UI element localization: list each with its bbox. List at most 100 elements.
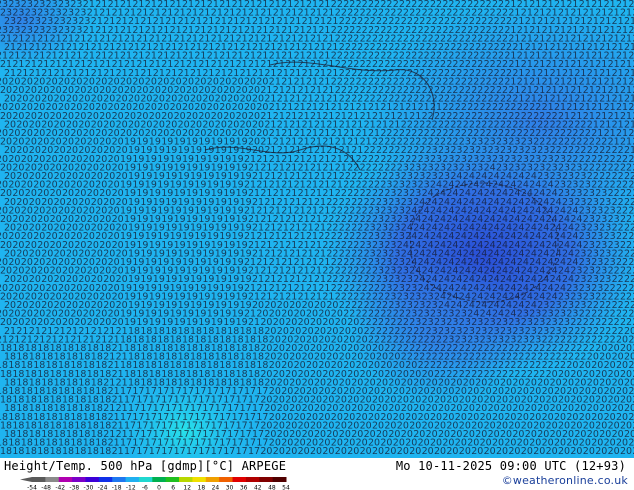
contour-value-label: 20: [422, 446, 434, 457]
contour-value-label: 17: [236, 446, 248, 457]
contour-value-label: 20: [360, 446, 372, 457]
contour-value-label: 18: [99, 446, 111, 457]
legend-color-swatch: [205, 477, 220, 482]
legend-color-swatch: [232, 477, 247, 482]
map-footer: Height/Temp. 500 hPa [gdmp][°C] ARPEGE M…: [0, 458, 634, 490]
contour-value-label: 18: [0, 446, 12, 457]
legend-tick-label: -54: [27, 485, 37, 490]
contour-value-label: 17: [211, 446, 223, 457]
contour-value-label: 18: [50, 446, 62, 457]
temperature-color-legend: -54 -48 -42 -38 -30 -24 -18 -12 -6 0 6 12 18 24 30 36 42…: [20, 477, 296, 490]
contour-value-label: 17: [136, 446, 148, 457]
contour-value-label: 20: [310, 446, 322, 457]
contour-value-label: 20: [397, 446, 409, 457]
contour-value-label: 18: [62, 446, 74, 457]
legend-tick-label: -6: [142, 485, 148, 490]
contour-value-label: 20: [608, 446, 620, 457]
legend-color-swatch: [245, 477, 260, 482]
contour-value-label: 20: [508, 446, 520, 457]
contour-value-label: 18: [74, 446, 86, 457]
contour-value-label: 20: [273, 446, 285, 457]
legend-tick-label: 18: [198, 485, 206, 490]
legend-color-swatch: [45, 477, 60, 482]
legend-tick-label: -24: [98, 485, 108, 490]
contour-value-label: 20: [570, 446, 582, 457]
legend-color-swatch: [32, 477, 46, 482]
legend-tick-label: -30: [84, 485, 94, 490]
legend-tick-label: -38: [69, 485, 79, 490]
contour-value-label: 20: [521, 446, 533, 457]
contour-value-label: 20: [471, 446, 483, 457]
legend-color-swatch: [58, 477, 73, 482]
contour-value-label: 20: [496, 446, 508, 457]
legend-tick-label: 30: [226, 485, 234, 490]
contour-value-label: 18: [25, 446, 37, 457]
contour-value-label: 20: [620, 446, 632, 457]
contour-value-label: 20: [484, 446, 496, 457]
legend-tick-label: 42: [254, 485, 262, 490]
contour-value-label: 20: [595, 446, 607, 457]
legend-color-swatch: [259, 477, 274, 482]
source-credit[interactable]: ©weatheronline.co.uk: [502, 474, 628, 487]
legend-color-swatch: [179, 477, 193, 482]
contour-value-label: 20: [533, 446, 545, 457]
legend-tick-label: 54: [282, 485, 290, 490]
legend-color-swatch: [272, 477, 287, 482]
contour-value-label: 18: [12, 446, 24, 457]
legend-color-swatch: [85, 477, 100, 482]
legend-color-swatch: [72, 477, 86, 482]
legend-color-swatch: [219, 477, 234, 482]
legend-color-swatch: [138, 477, 153, 482]
contour-value-label: 20: [434, 446, 446, 457]
contour-value-label: 17: [161, 446, 173, 457]
legend-tick-label: 0: [157, 485, 161, 490]
map-canvas: 2323232323232321212121212121212121212121…: [0, 0, 634, 458]
contour-value-label: 20: [446, 446, 458, 457]
legend-color-swatch: [192, 477, 207, 482]
contour-value-label: 17: [174, 446, 186, 457]
contour-value-label: 20: [372, 446, 384, 457]
contour-label-layer: 2323232323232321212121212121212121212121…: [0, 0, 634, 457]
contour-value-label: 17: [198, 446, 210, 457]
legend-color-swatch: [112, 477, 127, 482]
legend-arrow-left: [20, 477, 32, 482]
contour-value-label: 17: [149, 446, 161, 457]
legend-color-swatch: [165, 477, 180, 482]
legend-tick-label: 24: [212, 485, 220, 490]
legend-tick-label: 12: [183, 485, 191, 490]
legend-tick-label: 6: [171, 485, 175, 490]
contour-value-label: 20: [459, 446, 471, 457]
temperature-field-map: 2323232323232321212121212121212121212121…: [0, 0, 634, 458]
legend-tick-label: -42: [55, 485, 65, 490]
legend-tick-label: 48: [268, 485, 276, 490]
legend-tick-label: 36: [240, 485, 248, 490]
contour-value-label: 20: [583, 446, 595, 457]
contour-value-label: 17: [186, 446, 198, 457]
legend-scale: -54 -48 -42 -38 -30 -24 -18 -12 -6 0 6 12 18 24 30 36 42…: [20, 477, 290, 490]
contour-value-label: 20: [335, 446, 347, 457]
contour-value-label: 17: [223, 446, 235, 457]
legend-tick-label: -18: [112, 485, 122, 490]
contour-value-label: 20: [384, 446, 396, 457]
legend-color-swatch: [98, 477, 113, 482]
contour-value-label: 21: [112, 446, 124, 457]
contour-value-label: 20: [298, 446, 310, 457]
contour-value-label: 20: [347, 446, 359, 457]
contour-value-label: 20: [409, 446, 421, 457]
map-title: Height/Temp. 500 hPa [gdmp][°C] ARPEGE: [4, 459, 287, 473]
contour-value-label: 20: [558, 446, 570, 457]
legend-tick-label: -12: [126, 485, 136, 490]
legend-tick-label: -48: [41, 485, 51, 490]
contour-value-label: 20: [546, 446, 558, 457]
contour-value-label: 18: [37, 446, 49, 457]
contour-value-label: 20: [322, 446, 334, 457]
weather-map-figure: 2323232323232321212121212121212121212121…: [0, 0, 634, 490]
contour-value-label: 17: [124, 446, 136, 457]
legend-color-swatch: [125, 477, 140, 482]
legend-color-swatch: [152, 477, 167, 482]
contour-value-label: 18: [87, 446, 99, 457]
valid-datetime: Mo 10-11-2025 09:00 UTC (12+93): [395, 459, 626, 473]
contour-value-label: 20: [285, 446, 297, 457]
contour-value-label: 20: [260, 446, 272, 457]
contour-value-label: 17: [248, 446, 260, 457]
